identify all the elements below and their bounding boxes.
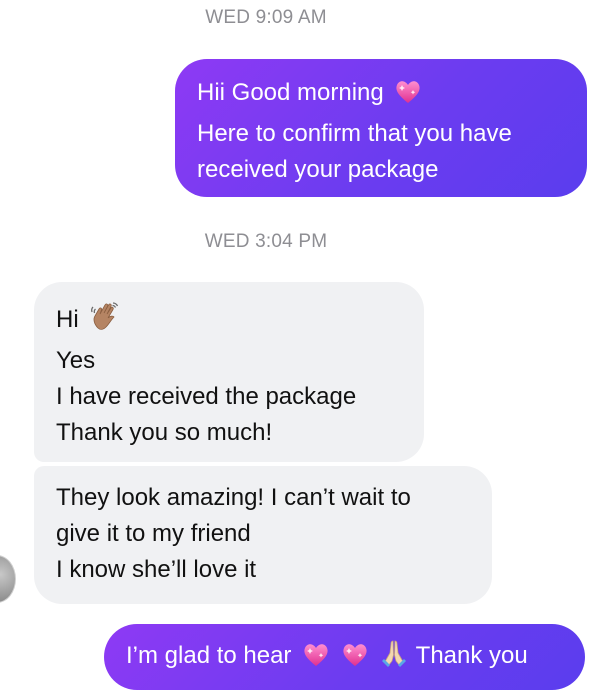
waving-hand-icon <box>89 300 121 343</box>
outgoing-message[interactable]: I’m glad to hear Thank you <box>104 624 585 690</box>
message-line: Thank you so much! <box>56 419 273 446</box>
message-line: They look amazing! I can’t wait to <box>56 484 411 511</box>
message-line: I have received the package <box>56 383 357 410</box>
message-line: I’m glad to hear Thank you <box>126 638 567 679</box>
folded-hands-icon <box>379 638 409 679</box>
message-line: Here to confirm that you have <box>197 120 512 147</box>
message-line: received your package <box>197 156 439 183</box>
incoming-message[interactable]: Hi Yes I have received the package Thank… <box>34 282 424 462</box>
timestamp: WED 9:09 AM <box>205 7 327 28</box>
message-line: Hii Good morning <box>197 75 567 116</box>
sparkling-heart-icon <box>341 642 369 679</box>
sparkling-heart-icon <box>302 642 330 679</box>
incoming-message[interactable]: They look amazing! I can’t wait to give … <box>34 466 492 604</box>
avatar[interactable] <box>0 555 16 603</box>
sparkling-heart-icon <box>394 79 422 116</box>
message-line: I know she’ll love it <box>56 556 257 583</box>
message-line: Yes <box>56 347 96 374</box>
outgoing-message[interactable]: Hii Good morning Here to confirm that yo… <box>175 59 587 197</box>
timestamp: WED 3:04 PM <box>204 231 328 252</box>
message-line: give it to my friend <box>56 520 251 547</box>
message-line: Hi <box>56 300 404 343</box>
